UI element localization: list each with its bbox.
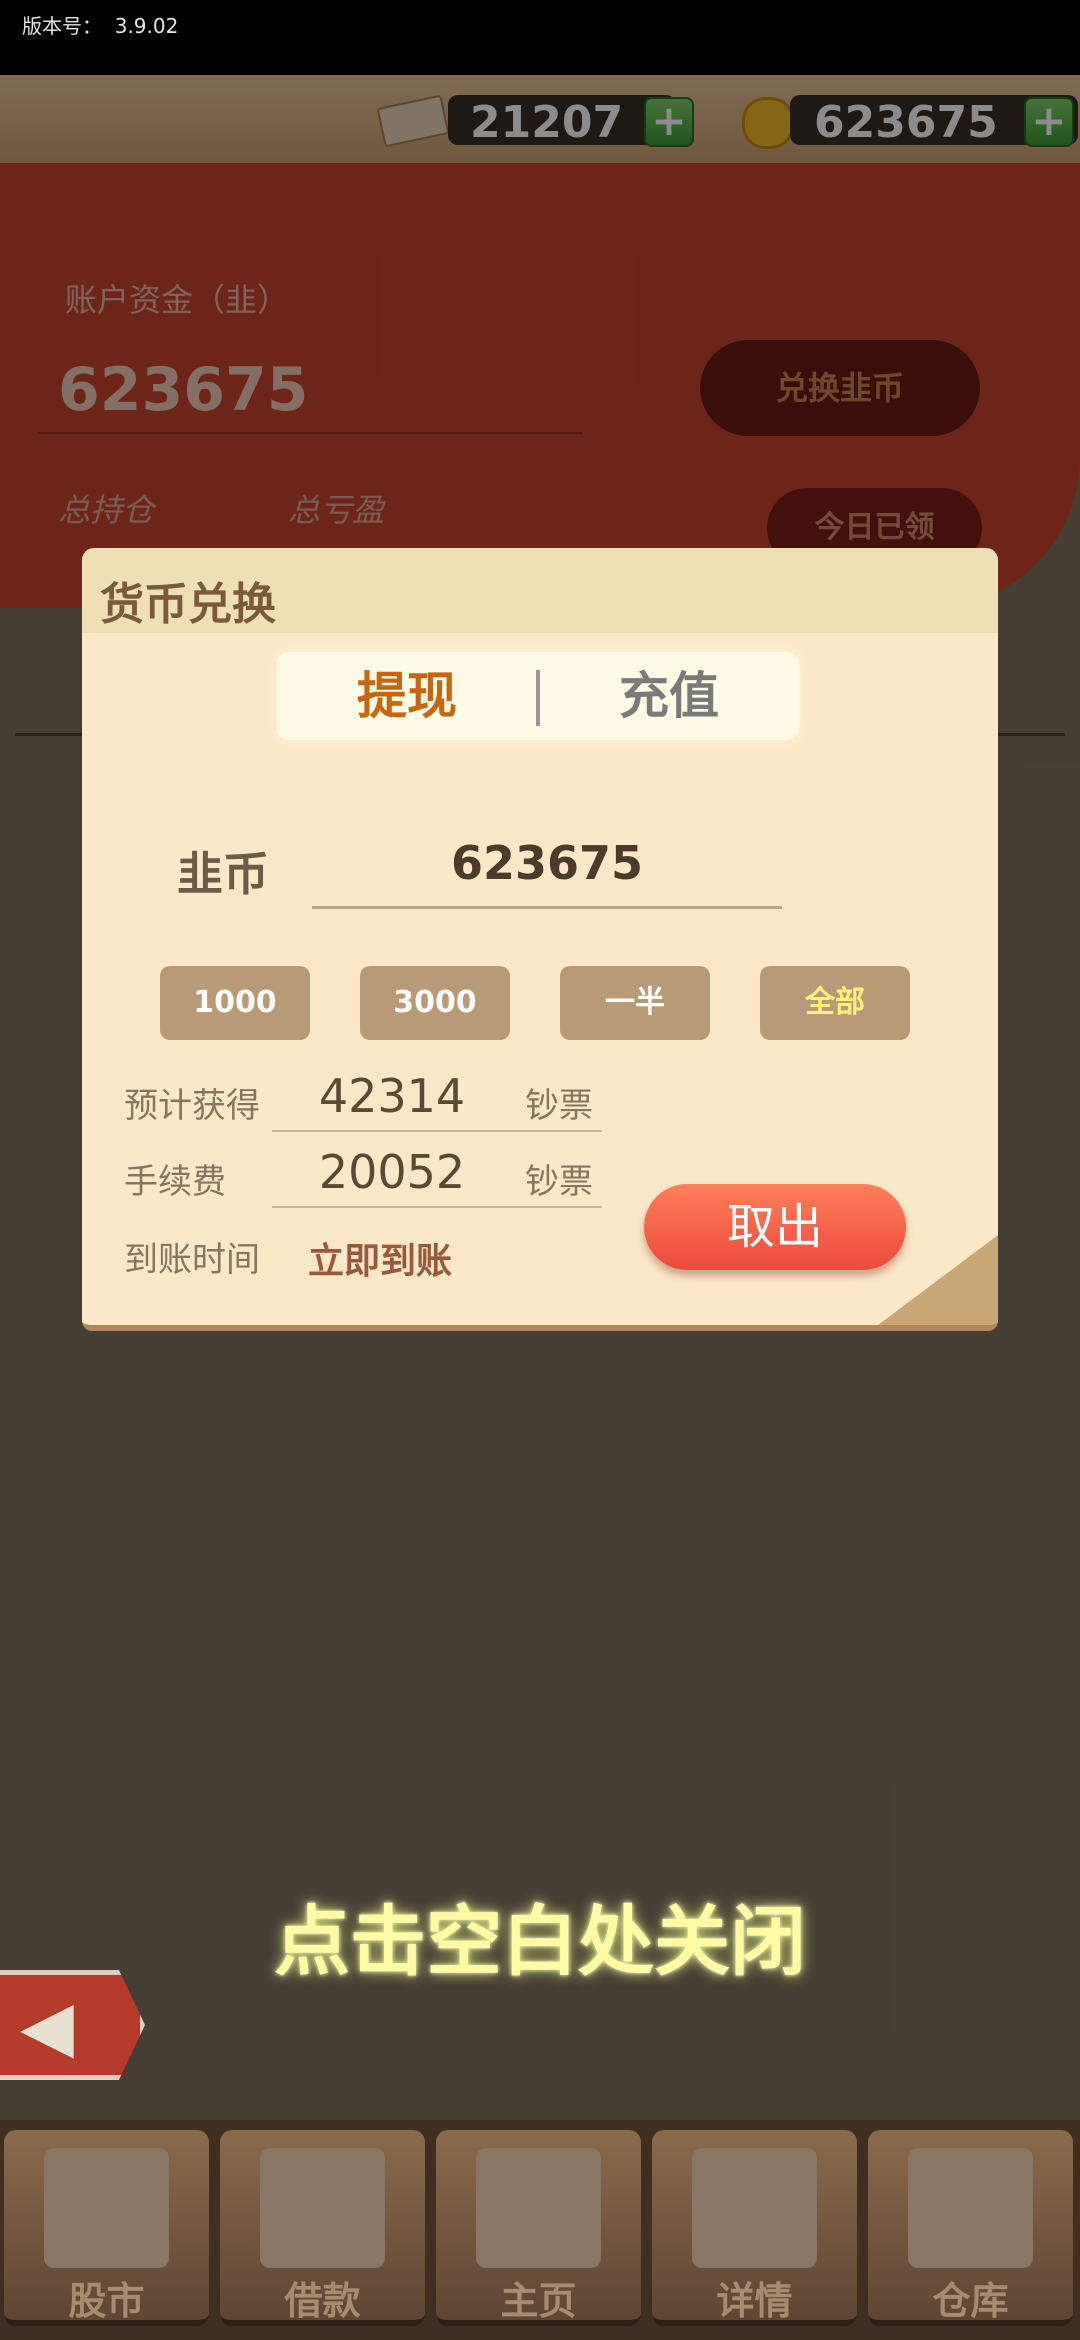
back-arrow-icon: ◀ xyxy=(20,1985,74,2067)
nav-label: 仓库 xyxy=(932,2279,1009,2323)
quick-half-button[interactable]: 一半 xyxy=(560,966,710,1040)
quick-all-button[interactable]: 全部 xyxy=(760,966,910,1040)
warehouse-icon xyxy=(908,2148,1033,2268)
modal-header: 货币兑换 xyxy=(82,548,998,636)
nav-home[interactable]: 主页 xyxy=(436,2130,641,2326)
withdraw-button[interactable]: 取出 xyxy=(644,1184,906,1270)
arrival-time-value: 立即到账 xyxy=(308,1241,453,1282)
fee-unit: 钞票 xyxy=(525,1162,593,1202)
amount-underline xyxy=(312,906,782,909)
divider xyxy=(272,1130,602,1132)
nav-label: 详情 xyxy=(716,2279,793,2323)
arrival-time-label: 到账时间 xyxy=(124,1240,260,1280)
nav-label: 股市 xyxy=(68,2279,145,2323)
quick-3000-button[interactable]: 3000 xyxy=(360,966,510,1040)
nav-details[interactable]: 详情 xyxy=(652,2130,857,2326)
house-icon xyxy=(476,2148,601,2268)
modal-title: 货币兑换 xyxy=(100,579,276,630)
bottom-nav: 股市 借款 主页 详情 仓库 xyxy=(0,2120,1080,2340)
fee-value: 20052 xyxy=(318,1145,466,1199)
nav-label: 主页 xyxy=(500,2279,577,2323)
tab-recharge[interactable]: 充值 xyxy=(539,652,799,740)
system-status-bar: 版本号： 3.9.02 xyxy=(0,0,1080,75)
currency-exchange-modal: 货币兑换 提现 充值 韭币 623675 1000 3000 一半 全部 预计获… xyxy=(82,548,998,1331)
amount-input[interactable]: 623675 xyxy=(312,836,782,890)
nav-warehouse[interactable]: 仓库 xyxy=(868,2130,1073,2326)
fee-label: 手续费 xyxy=(124,1162,226,1202)
tab-withdraw[interactable]: 提现 xyxy=(277,652,537,740)
tab-switcher: 提现 充值 xyxy=(277,652,799,740)
nav-loan[interactable]: 借款 xyxy=(220,2130,425,2326)
close-hint: 点击空白处关闭 xyxy=(274,1897,806,1986)
expected-unit: 钞票 xyxy=(525,1086,593,1126)
version-text: 版本号： 3.9.02 xyxy=(22,14,179,38)
piggy-bank-icon xyxy=(260,2148,385,2268)
quick-1000-button[interactable]: 1000 xyxy=(160,966,310,1040)
coin-label: 韭币 xyxy=(177,847,269,901)
document-icon xyxy=(692,2148,817,2268)
expected-value: 42314 xyxy=(318,1069,466,1123)
expected-label: 预计获得 xyxy=(124,1086,260,1126)
divider xyxy=(272,1206,602,1208)
stock-chart-icon xyxy=(44,2148,169,2268)
nav-label: 借款 xyxy=(284,2279,361,2323)
nav-stock-market[interactable]: 股市 xyxy=(4,2130,209,2326)
